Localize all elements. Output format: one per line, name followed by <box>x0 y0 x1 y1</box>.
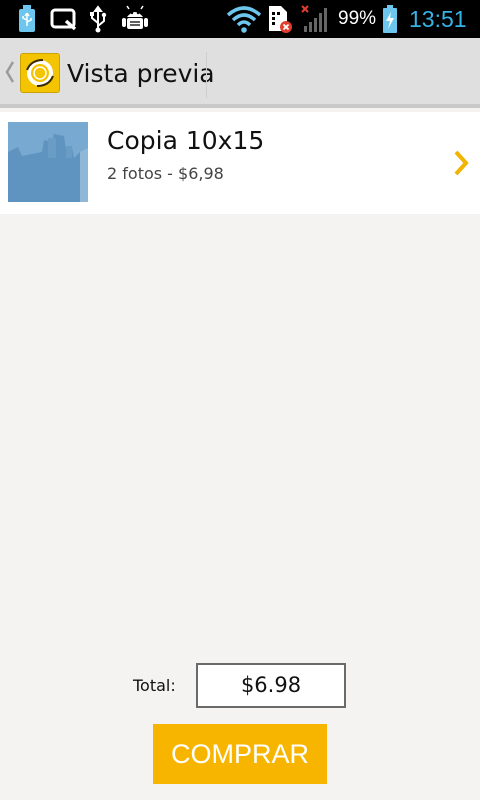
chevron-right-icon[interactable] <box>451 148 471 178</box>
photo-thumbnail <box>8 122 88 202</box>
wifi-icon <box>226 0 262 38</box>
sim-error-icon <box>266 0 294 38</box>
back-chevron-icon[interactable] <box>4 58 16 86</box>
usb-icon <box>88 0 108 38</box>
q-app-icon <box>49 0 79 38</box>
item-title: Copia 10x15 <box>107 126 265 155</box>
buy-button[interactable]: COMPRAR <box>153 724 327 784</box>
page-title: Vista previa <box>67 59 215 88</box>
battery-charging-icon <box>381 0 399 38</box>
action-bar: Vista previa <box>0 38 480 108</box>
status-bar: 99% 13:51 <box>0 0 480 38</box>
action-bar-divider <box>206 52 207 98</box>
android-debug-icon <box>120 0 150 38</box>
item-subtitle: 2 fotos - $6,98 <box>107 164 224 183</box>
total-label: Total: <box>133 676 176 695</box>
list-item[interactable]: Copia 10x15 2 fotos - $6,98 <box>0 112 480 214</box>
app-logo[interactable] <box>20 53 60 93</box>
clock: 13:51 <box>409 6 467 32</box>
usb-storage-icon <box>16 0 38 38</box>
total-value: $6.98 <box>196 663 346 708</box>
no-signal-icon <box>300 0 332 38</box>
battery-percent: 99% <box>338 8 377 29</box>
